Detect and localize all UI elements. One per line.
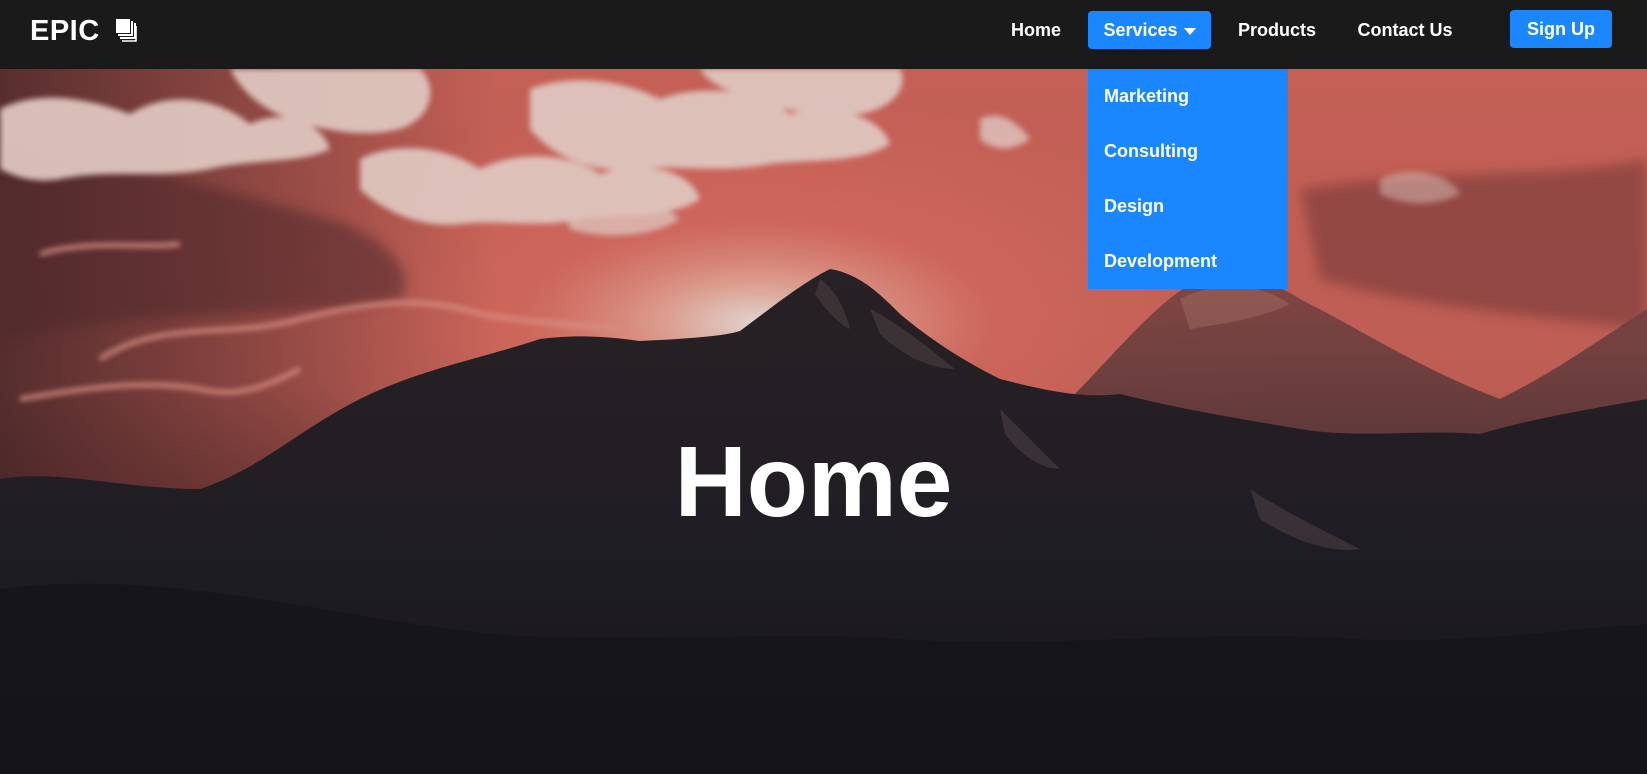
nav-products-label: Products <box>1237 19 1316 40</box>
hero-section: Home <box>0 69 1647 774</box>
nav-products-link[interactable]: Products <box>1232 11 1322 49</box>
nav-home-label: Home <box>1010 19 1061 40</box>
mountain-sunset-image <box>0 69 1647 774</box>
dropdown-item-consulting[interactable]: Consulting <box>1088 124 1288 179</box>
caret-down-icon <box>1183 27 1196 35</box>
sign-up-button[interactable]: Sign Up <box>1510 10 1612 48</box>
page: EPIC Home Services Products Contact Us S… <box>0 0 1647 774</box>
brand-name: EPIC <box>30 14 100 47</box>
nav-services-dropdown-toggle[interactable]: Services <box>1088 11 1211 49</box>
nav-contact-link[interactable]: Contact Us <box>1345 11 1465 49</box>
layers-logo-icon <box>115 18 137 44</box>
brand-logo[interactable]: EPIC <box>30 14 137 48</box>
hero-title: Home <box>674 426 953 538</box>
dropdown-item-label: Consulting <box>1104 141 1198 161</box>
dropdown-item-label: Development <box>1104 251 1218 271</box>
navbar: EPIC Home Services Products Contact Us S… <box>0 0 1647 69</box>
dropdown-item-label: Design <box>1104 196 1165 216</box>
nav-contact-label: Contact Us <box>1357 19 1453 40</box>
nav-services-label: Services <box>1103 19 1178 40</box>
services-dropdown-menu: Marketing Consulting Design Development <box>1088 69 1288 289</box>
nav-home-link[interactable]: Home <box>1002 11 1070 49</box>
dropdown-item-marketing[interactable]: Marketing <box>1088 69 1288 124</box>
dropdown-item-development[interactable]: Development <box>1088 234 1288 289</box>
sign-up-label: Sign Up <box>1527 18 1595 39</box>
dropdown-item-design[interactable]: Design <box>1088 179 1288 234</box>
dropdown-item-label: Marketing <box>1104 86 1190 106</box>
